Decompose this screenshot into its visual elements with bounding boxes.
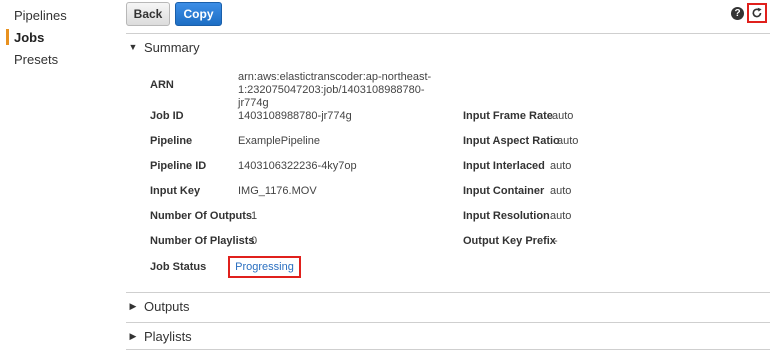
input-key-label: Input Key xyxy=(150,185,201,197)
input-container-value: auto xyxy=(550,185,572,197)
job-id-value: 1403108988780-jr774g xyxy=(238,110,352,122)
job-id-label: Job ID xyxy=(150,110,184,122)
arn-value: arn:aws:elastictranscoder:ap-northeast-1… xyxy=(238,71,432,109)
output-key-prefix-value: - xyxy=(554,235,558,247)
job-status-label: Job Status xyxy=(150,261,207,273)
output-key-prefix-label: Output Key Prefix xyxy=(463,235,556,247)
refresh-button[interactable] xyxy=(747,3,767,23)
refresh-icon xyxy=(752,7,762,18)
number-of-outputs-label: Number Of Outputs xyxy=(150,210,253,222)
number-of-playlists-value: 0 xyxy=(251,235,258,247)
outputs-section-header[interactable]: ▶ Outputs xyxy=(126,292,770,319)
pipeline-id-value: 1403106322236-4ky7op xyxy=(238,160,357,172)
help-icon[interactable]: ? xyxy=(731,7,744,20)
input-resolution-value: auto xyxy=(550,210,572,222)
sidebar-item-presets[interactable]: Presets xyxy=(14,52,58,67)
summary-title: Summary xyxy=(144,39,200,55)
input-aspect-ratio-value: auto xyxy=(557,135,579,147)
chevron-right-icon: ▶ xyxy=(129,300,137,311)
job-status-highlight: Progressing xyxy=(228,256,301,278)
input-interlaced-label: Input Interlaced xyxy=(463,160,545,172)
outputs-title: Outputs xyxy=(144,298,190,314)
input-frame-rate-value: auto xyxy=(552,110,574,122)
back-button[interactable]: Back xyxy=(126,2,170,26)
playlists-title: Playlists xyxy=(144,328,192,344)
number-of-playlists-label: Number Of Playlists xyxy=(150,235,255,247)
input-aspect-ratio-label: Input Aspect Ratio xyxy=(463,135,560,147)
job-status-link[interactable]: Progressing xyxy=(235,261,294,273)
playlists-section-header[interactable]: ▶ Playlists xyxy=(126,322,770,349)
sidebar-item-pipelines[interactable]: Pipelines xyxy=(14,8,67,23)
input-key-value: IMG_1176.MOV xyxy=(238,185,317,197)
pipeline-id-label: Pipeline ID xyxy=(150,160,207,172)
input-interlaced-value: auto xyxy=(550,160,572,172)
chevron-right-icon: ▶ xyxy=(129,330,137,341)
input-resolution-label: Input Resolution xyxy=(463,210,550,222)
copy-button[interactable]: Copy xyxy=(175,2,222,26)
pipeline-value: ExamplePipeline xyxy=(238,135,320,147)
sidebar: Pipelines Jobs Presets xyxy=(0,0,112,351)
active-indicator xyxy=(6,29,9,45)
pipeline-label: Pipeline xyxy=(150,135,193,147)
bottom-divider xyxy=(126,349,770,350)
input-container-label: Input Container xyxy=(463,185,545,197)
chevron-down-icon: ▼ xyxy=(128,42,138,52)
input-frame-rate-label: Input Frame Rate xyxy=(463,110,553,122)
arn-label: ARN xyxy=(150,79,174,91)
summary-section-header[interactable]: ▼ Summary xyxy=(126,33,770,60)
sidebar-item-jobs[interactable]: Jobs xyxy=(14,30,44,45)
number-of-outputs-value: 1 xyxy=(251,210,258,222)
